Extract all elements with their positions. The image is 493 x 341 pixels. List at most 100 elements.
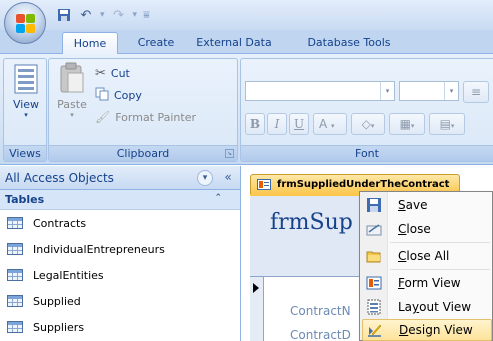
font-color-dropdown-icon: ▾: [331, 122, 335, 130]
font-color-label: A: [319, 117, 328, 131]
views-group: View ▾ Views: [3, 58, 47, 162]
tables-group-header[interactable]: Tables ⌃: [0, 190, 240, 210]
menu-item-label-rest: lose All: [406, 249, 450, 263]
ribbon: View ▾ Views Paste ▾ ✂ Cut Copy 🖌 Format…: [0, 54, 493, 165]
tab-create[interactable]: Create: [128, 32, 184, 54]
clipboard-launcher-icon[interactable]: ↘: [225, 149, 234, 158]
menu-item-label-rest: esign View: [408, 323, 473, 337]
form-title: frmSup: [270, 210, 353, 235]
menu-item-form-view[interactable]: Form View: [362, 272, 492, 294]
office-button[interactable]: [4, 2, 46, 44]
menu-item-label: Close: [398, 222, 431, 236]
format-painter-button[interactable]: 🖌 Format Painter: [95, 107, 196, 127]
clipboard-group-label: Clipboard: [49, 145, 237, 161]
paste-dropdown-icon: ▾: [70, 111, 74, 119]
design-view-icon: [363, 319, 387, 341]
copy-label: Copy: [114, 88, 142, 102]
close-doc-icon: [362, 218, 386, 240]
menu-separator: [390, 242, 490, 243]
menu-separator: [390, 269, 490, 270]
qat-save-icon[interactable]: [56, 7, 72, 23]
nav-item-individualentrepreneurs[interactable]: IndividualEntrepreneurs: [0, 236, 240, 262]
customize-qat-icon[interactable]: ⩸: [143, 8, 150, 22]
nav-item-contracts[interactable]: Contracts: [0, 210, 240, 236]
context-menu: Save Close Close All Form View Layout Vi…: [359, 191, 493, 341]
paste-button[interactable]: Paste ▾: [53, 61, 91, 119]
font-name-combo[interactable]: ▾: [245, 81, 395, 101]
gridlines-icon[interactable]: ▦▾: [389, 113, 425, 135]
document-tab-label: frmSuppliedUnderTheContract: [277, 179, 450, 190]
font-name-dropdown-icon[interactable]: ▾: [380, 82, 394, 100]
font-group-label: Font: [241, 145, 493, 161]
view-button-label: View: [12, 98, 40, 111]
nav-item-legalentities[interactable]: LegalEntities: [0, 262, 240, 288]
nav-pane-title: All Access Objects: [5, 170, 114, 185]
menu-item-label-rest: lose: [406, 222, 431, 236]
cut-label: Cut: [110, 66, 130, 80]
nav-item-label: Suppliers: [33, 320, 85, 334]
alternate-row-color-icon[interactable]: ▤▾: [429, 113, 465, 135]
view-icon: [14, 64, 38, 94]
shutter-bar-close-icon[interactable]: «: [220, 170, 236, 186]
tab-database-tools[interactable]: Database Tools: [302, 32, 396, 54]
clipboard-group: Paste ▾ ✂ Cut Copy 🖌 Format Painter Clip…: [48, 58, 238, 162]
paste-icon: [60, 62, 84, 93]
menu-item-label-rest: ave: [405, 198, 428, 212]
scissors-icon: ✂: [95, 65, 106, 81]
copy-button[interactable]: Copy: [95, 85, 142, 105]
collapse-group-icon[interactable]: ⌃: [214, 193, 222, 203]
layout-view-icon: [362, 296, 386, 318]
nav-item-label: IndividualEntrepreneurs: [33, 242, 165, 256]
align-left-icon[interactable]: ≡: [463, 81, 489, 103]
redo-dropdown-icon[interactable]: ▾: [133, 10, 138, 20]
nav-item-supplied[interactable]: Supplied: [0, 288, 240, 314]
nav-pane-header[interactable]: All Access Objects ▾ «: [0, 166, 240, 190]
table-icon: [7, 269, 23, 281]
folder-icon: [362, 245, 386, 267]
font-color-button[interactable]: A ▾: [313, 113, 347, 135]
format-painter-icon: 🖌: [95, 110, 111, 124]
redo-icon[interactable]: ↷: [111, 7, 127, 23]
table-icon: [7, 243, 23, 255]
tab-home[interactable]: Home: [62, 32, 118, 54]
office-logo-icon: [16, 14, 36, 34]
field-label-contract-number: ContractN: [290, 304, 351, 318]
quick-access-toolbar: ↶ ▾ ↷ ▾ ⩸: [56, 5, 150, 25]
form-icon: [257, 179, 271, 190]
paste-label: Paste: [57, 98, 87, 111]
italic-button[interactable]: I: [267, 113, 287, 135]
save-icon: [362, 194, 386, 216]
field-label-contract-date: ContractD: [290, 328, 351, 341]
views-group-label: Views: [4, 145, 46, 161]
fill-color-icon[interactable]: ◇▾: [351, 113, 385, 135]
menu-item-label: Save: [398, 198, 428, 212]
underline-button[interactable]: U: [289, 113, 309, 135]
nav-menu-dropdown-icon[interactable]: ▾: [197, 170, 213, 186]
menu-item-close[interactable]: Close: [362, 218, 492, 240]
view-dropdown-icon: ▾: [24, 111, 28, 119]
view-button[interactable]: View ▾: [8, 63, 44, 119]
undo-icon[interactable]: ↶: [78, 7, 94, 23]
cut-button[interactable]: ✂ Cut: [95, 63, 130, 83]
copy-icon: [95, 87, 109, 104]
font-group: ▾ ▾ ≡ B I U A ▾ ◇▾ ▦▾ ▤▾ Font: [240, 58, 493, 162]
nav-item-suppliers[interactable]: Suppliers: [0, 314, 240, 340]
tab-external-data[interactable]: External Data: [194, 32, 274, 54]
format-painter-label: Format Painter: [115, 110, 197, 124]
menu-item-label-rest: orm View: [404, 276, 461, 290]
menu-item-close-all[interactable]: Close All: [362, 245, 492, 267]
nav-item-label: Supplied: [33, 294, 81, 308]
table-icon: [7, 321, 23, 333]
font-size-dropdown-icon[interactable]: ▾: [444, 82, 458, 100]
table-icon: [7, 217, 23, 229]
menu-item-layout-view[interactable]: Layout View: [362, 296, 492, 318]
menu-item-label: Layout View: [398, 300, 472, 314]
font-size-combo[interactable]: ▾: [399, 81, 459, 101]
record-selector[interactable]: [250, 277, 264, 341]
undo-dropdown-icon[interactable]: ▾: [100, 10, 105, 20]
ribbon-tabs: Home Create External Data Database Tools: [0, 30, 493, 54]
bold-button[interactable]: B: [245, 113, 265, 135]
nav-item-label: Contracts: [33, 216, 87, 230]
menu-item-design-view[interactable]: Design View: [362, 319, 492, 341]
menu-item-save[interactable]: Save: [362, 194, 492, 216]
